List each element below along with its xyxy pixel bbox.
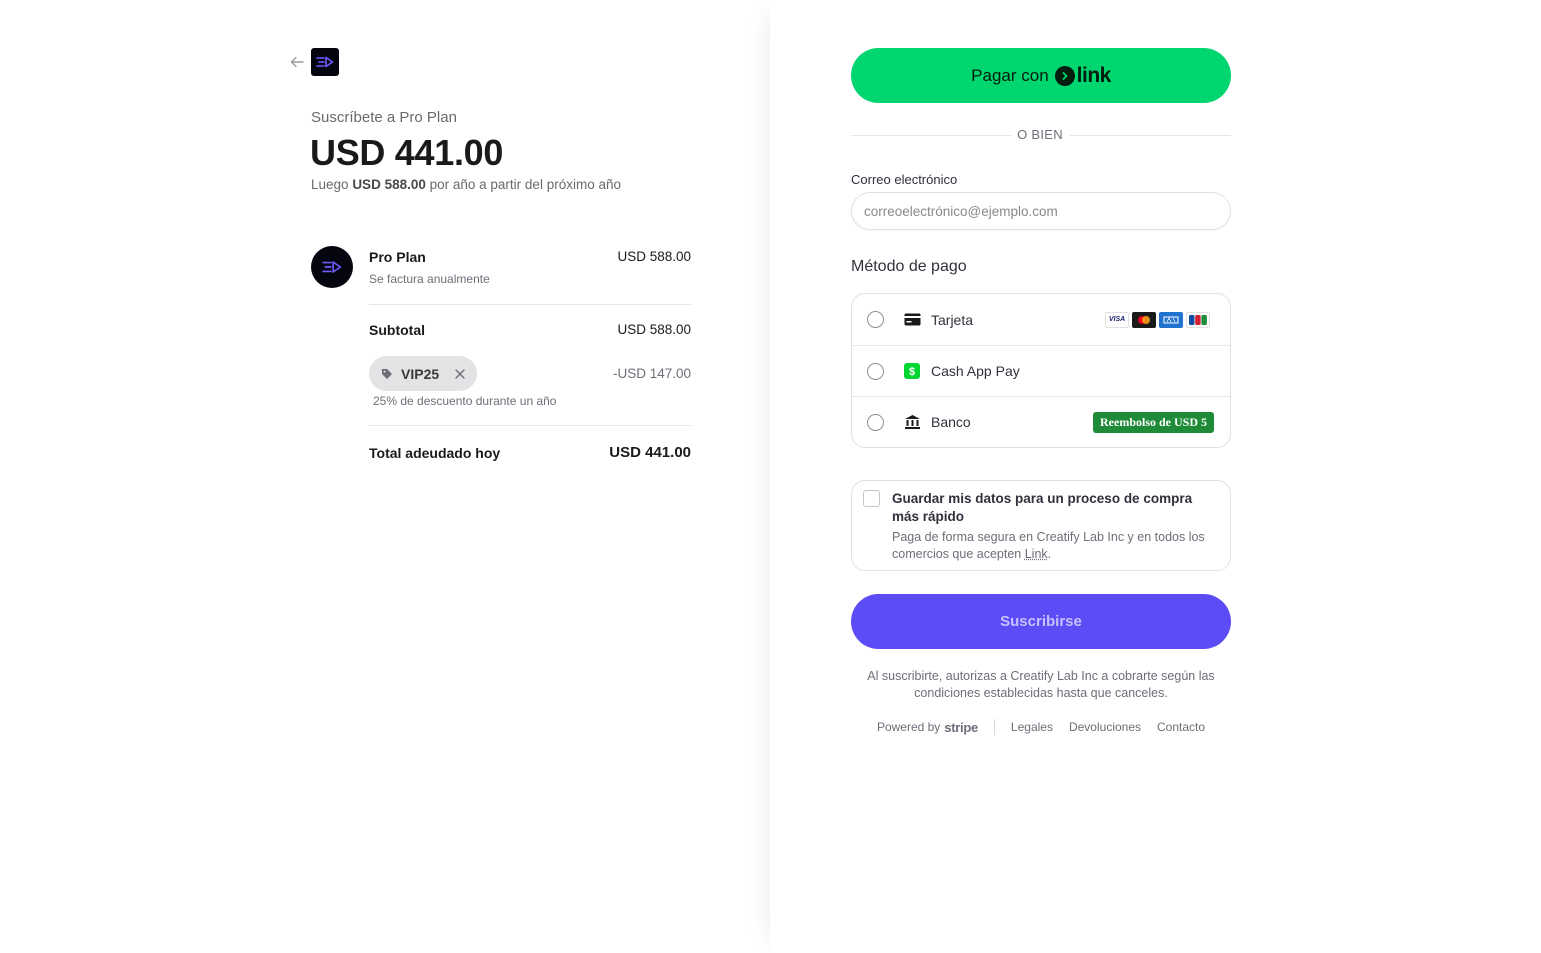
- tag-icon: [382, 368, 392, 379]
- card-radio[interactable]: [867, 311, 884, 328]
- promo-description: 25% de descuento durante un año: [373, 394, 557, 408]
- remove-promo-close-icon[interactable]: [453, 367, 467, 381]
- payment-method-cash-app[interactable]: $ Cash App Pay: [852, 345, 1230, 396]
- link-chevron-icon: [1054, 65, 1075, 86]
- footer-separator: [993, 719, 995, 735]
- bank-radio[interactable]: [867, 413, 884, 431]
- subscribe-button[interactable]: Suscribirse: [851, 594, 1231, 649]
- promo-code: VIP25: [401, 365, 440, 382]
- or-divider-left: [851, 135, 1012, 136]
- stripe-logo: stripe: [944, 719, 978, 735]
- cash-app-label: Cash App Pay: [931, 363, 1020, 379]
- subtotal-label: Subtotal: [369, 322, 425, 338]
- save-info-checkbox[interactable]: [863, 490, 880, 507]
- back-arrow-icon[interactable]: [289, 54, 305, 70]
- save-info-title: Guardar mis datos para un proceso de com…: [892, 491, 1193, 524]
- product-price: USD 588.00: [617, 249, 691, 264]
- payment-pane: [770, 0, 1541, 953]
- footer-link-refunds[interactable]: Devoluciones: [1069, 720, 1141, 734]
- footer-link-contact[interactable]: Contacto: [1157, 720, 1205, 734]
- amex-icon: [1159, 311, 1183, 328]
- link-wordmark: link: [1076, 63, 1112, 87]
- promo-discount: -USD 147.00: [612, 366, 691, 381]
- product-avatar: [311, 246, 353, 288]
- renewal-amount: USD 588.00: [352, 177, 426, 192]
- order-summary-pane: Suscríbete a Pro Plan USD 441.00 Luego U…: [0, 0, 770, 953]
- save-info-description: Paga de forma segura en Creatify Lab Inc…: [892, 529, 1222, 563]
- payment-methods-list: Tarjeta VISA $ Cash App Pay Banco Reembo…: [851, 293, 1231, 448]
- email-label: Correo electrónico: [851, 172, 958, 187]
- svg-text:$: $: [909, 366, 915, 378]
- bank-cashback-badge: Reembolso de USD 5: [1093, 411, 1214, 433]
- merchant-logo: [311, 48, 339, 76]
- jcb-icon: [1186, 311, 1210, 328]
- renewal-suffix: por año a partir del próximo año: [429, 177, 621, 192]
- pay-with-link-button[interactable]: Pagar con link: [851, 48, 1231, 103]
- payment-method-title: Método de pago: [851, 258, 967, 275]
- product-billing: Se factura anualmente: [369, 272, 490, 286]
- save-info-box: Guardar mis datos para un proceso de com…: [851, 480, 1231, 571]
- renewal-prefix: Luego: [311, 177, 349, 192]
- legal-text: Al suscribirte, autorizas a Creatify Lab…: [867, 669, 1215, 700]
- powered-by-label: Powered by: [876, 720, 941, 734]
- save-info-desc-end: .: [1047, 547, 1052, 561]
- creatify-logo-icon: [316, 56, 334, 68]
- product-logo-icon: [322, 261, 342, 273]
- divider: [369, 425, 691, 426]
- total-value: USD 441.00: [609, 444, 691, 461]
- payment-method-bank[interactable]: Banco Reembolso de USD 5: [852, 396, 1230, 447]
- link-info-link[interactable]: Link: [1025, 547, 1048, 561]
- price-today: USD 441.00: [310, 132, 504, 173]
- card-label: Tarjeta: [931, 311, 974, 328]
- bank-label: Banco: [931, 414, 971, 430]
- footer: Powered by stripe Legales Devoluciones C…: [851, 719, 1231, 735]
- total-label: Total adeudado hoy: [369, 445, 501, 461]
- payment-method-card[interactable]: Tarjeta VISA: [852, 294, 1230, 345]
- product-name: Pro Plan: [369, 249, 426, 265]
- cash-app-icon: $: [903, 363, 921, 379]
- promo-code-chip: VIP25: [369, 356, 477, 391]
- link-logo: link: [1054, 63, 1112, 88]
- renewal-price-text: Luego USD 588.00 por año a partir del pr…: [311, 177, 621, 192]
- or-divider-right: [1070, 135, 1231, 136]
- card-brand-logos: VISA: [1105, 311, 1210, 328]
- email-field[interactable]: [851, 192, 1231, 230]
- subtotal-value: USD 588.00: [617, 322, 691, 337]
- visa-icon: VISA: [1105, 311, 1129, 328]
- bank-icon: [903, 414, 921, 430]
- subscribe-title: Suscríbete a Pro Plan: [311, 109, 457, 126]
- powered-by-stripe[interactable]: Powered by stripe: [877, 720, 978, 735]
- mastercard-icon: [1132, 311, 1156, 328]
- or-divider-text: O BIEN: [1017, 127, 1063, 142]
- footer-link-legal[interactable]: Legales: [1011, 720, 1053, 734]
- cash-app-radio[interactable]: [867, 362, 884, 380]
- pay-with-link-label: Pagar con: [971, 65, 1049, 85]
- divider: [369, 304, 691, 305]
- card-icon: [903, 312, 921, 328]
